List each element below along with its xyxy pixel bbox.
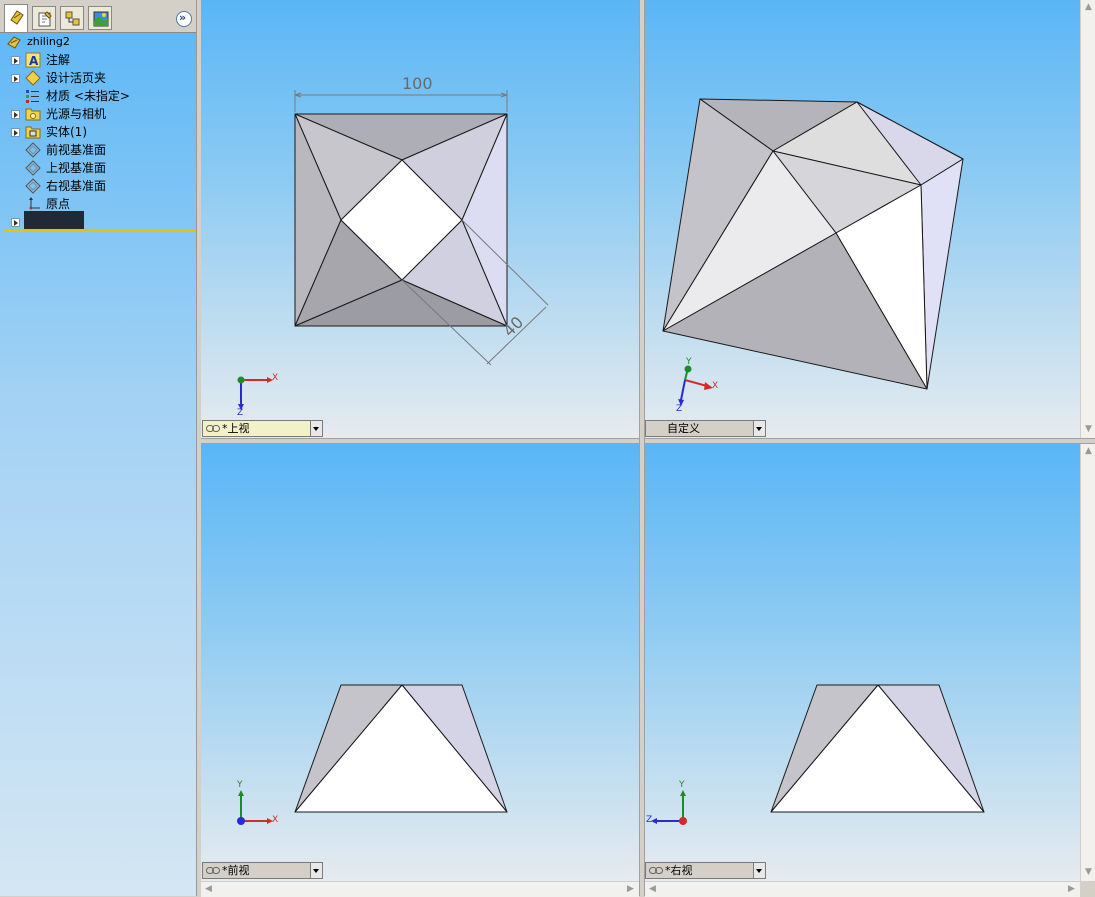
plane-icon xyxy=(25,178,41,194)
tree-root-part[interactable]: zhiling2 xyxy=(0,33,190,51)
scroll-down-icon[interactable]: ▼ xyxy=(1081,422,1095,437)
viewport-custom[interactable]: Y X Z 自定义 xyxy=(645,0,1080,438)
origin-icon xyxy=(29,197,40,210)
redacted-feature-block xyxy=(24,211,84,231)
tree-item-label: 注解 xyxy=(46,53,71,67)
rollback-bar[interactable] xyxy=(4,229,195,231)
feature-manager-tab[interactable] xyxy=(4,4,28,32)
expand-panel-button[interactable]: » xyxy=(176,11,192,27)
view-orientation-select[interactable]: *上视 xyxy=(202,420,323,437)
configuration-manager-icon xyxy=(65,11,80,26)
top-view-model xyxy=(237,90,549,410)
triad-y-label: Y xyxy=(679,780,685,790)
tree-item-label: 实体(1) xyxy=(46,125,87,139)
lights-cameras-icon xyxy=(25,108,41,121)
plane-icon xyxy=(25,142,41,158)
view-label: *右视 xyxy=(665,864,693,877)
triad-z-label: Z xyxy=(676,404,683,414)
front-view-model xyxy=(237,684,508,825)
triad-x-label: X xyxy=(272,815,279,825)
axis-triad xyxy=(237,376,273,410)
expand-toggle-icon[interactable] xyxy=(11,56,20,65)
right-view-model xyxy=(651,684,985,825)
scroll-right-icon[interactable]: ▶ xyxy=(1064,882,1079,897)
svg-text:A: A xyxy=(29,54,39,68)
viewport-front[interactable]: Y X *前视 xyxy=(201,444,639,881)
tree-item-front-plane[interactable]: 前视基准面 xyxy=(0,141,190,159)
tree-item-label: 光源与相机 xyxy=(46,107,107,121)
expand-toggle-icon[interactable] xyxy=(11,128,20,137)
scroll-right-icon[interactable]: ▶ xyxy=(623,882,638,897)
tree-item-label: 右视基准面 xyxy=(46,179,107,193)
display-manager-icon xyxy=(93,11,109,27)
view-orientation-select[interactable]: *前视 xyxy=(202,862,323,879)
panel-tab-bar: » xyxy=(0,0,197,33)
vertical-scrollbar[interactable]: ▲ ▼ xyxy=(1080,0,1095,438)
scroll-left-icon[interactable]: ◀ xyxy=(645,882,660,897)
triad-z-label: Z xyxy=(237,408,244,418)
link-views-icon xyxy=(649,867,663,874)
triad-x-label: X xyxy=(272,373,279,383)
configuration-manager-tab[interactable] xyxy=(60,6,84,30)
triad-z-label: Z xyxy=(646,815,653,825)
expand-toggle-icon[interactable] xyxy=(11,110,20,119)
tree-item-solid-bodies[interactable]: 实体(1) xyxy=(0,123,190,141)
tree-root-label: zhiling2 xyxy=(27,35,70,48)
axis-triad xyxy=(678,365,713,406)
dropdown-arrow-icon[interactable] xyxy=(753,421,765,436)
triad-y-label: Y xyxy=(686,357,692,367)
scroll-up-icon[interactable]: ▲ xyxy=(1081,444,1095,459)
tree-item-right-plane[interactable]: 右视基准面 xyxy=(0,177,190,195)
tree-item-material[interactable]: 材质 <未指定> xyxy=(0,87,190,105)
view-label: 自定义 xyxy=(667,422,700,435)
dropdown-arrow-icon[interactable] xyxy=(310,863,322,878)
view-orientation-select[interactable]: 自定义 xyxy=(645,420,766,437)
plane-icon xyxy=(25,160,41,176)
link-views-icon xyxy=(206,425,220,432)
feature-manager-panel: » zhiling2 A 注解 设计活页夹 材质 <未指定> 光源与相机 实体(… xyxy=(0,0,197,896)
dropdown-arrow-icon[interactable] xyxy=(310,421,322,436)
viewport-top[interactable]: 100 40 X Z *上视 xyxy=(201,0,639,438)
dimension-width-value: 100 xyxy=(402,74,433,93)
view-label: *上视 xyxy=(222,422,250,435)
material-icon xyxy=(26,90,39,103)
scroll-down-icon[interactable]: ▼ xyxy=(1081,865,1095,880)
tree-item-design-binder[interactable]: 设计活页夹 xyxy=(0,69,190,87)
dropdown-arrow-icon[interactable] xyxy=(753,863,765,878)
horizontal-scrollbar[interactable]: ◀ ▶ xyxy=(645,881,1080,897)
property-manager-tab[interactable] xyxy=(32,6,56,30)
feature-manager-icon xyxy=(10,10,24,25)
tree-item-label: 前视基准面 xyxy=(46,143,107,157)
isometric-view-model xyxy=(662,98,964,406)
expand-toggle-icon[interactable] xyxy=(11,74,20,83)
solid-bodies-icon xyxy=(25,126,41,139)
annotations-icon: A xyxy=(25,52,41,68)
expand-toggle-icon[interactable] xyxy=(11,218,20,227)
tree-item-label: 材质 <未指定> xyxy=(46,89,130,103)
display-manager-tab[interactable] xyxy=(88,6,112,30)
design-binder-icon xyxy=(25,70,41,86)
link-views-icon xyxy=(206,867,220,874)
tree-item-label: 设计活页夹 xyxy=(46,71,107,85)
horizontal-scrollbar[interactable]: ◀ ▶ xyxy=(201,881,639,897)
tree-item-annotations[interactable]: A 注解 xyxy=(0,51,190,69)
view-orientation-select[interactable]: *右视 xyxy=(645,862,766,879)
property-manager-icon xyxy=(38,11,52,27)
scroll-left-icon[interactable]: ◀ xyxy=(201,882,216,897)
axis-triad xyxy=(237,790,273,825)
part-icon xyxy=(7,36,21,49)
view-label: *前视 xyxy=(222,864,250,877)
axis-triad xyxy=(651,790,687,825)
tree-item-label: 上视基准面 xyxy=(46,161,107,175)
vertical-scrollbar[interactable]: ▲ ▼ xyxy=(1080,444,1095,881)
dimension-width[interactable] xyxy=(294,90,508,112)
scroll-up-icon[interactable]: ▲ xyxy=(1081,0,1095,15)
triad-y-label: Y xyxy=(237,780,243,790)
tree-item-top-plane[interactable]: 上视基准面 xyxy=(0,159,190,177)
triad-x-label: X xyxy=(712,381,719,391)
viewport-right[interactable]: Y Z *右视 xyxy=(645,444,1080,881)
tree-item-lights-cameras[interactable]: 光源与相机 xyxy=(0,105,190,123)
double-chevron-right-icon: » xyxy=(179,11,187,24)
